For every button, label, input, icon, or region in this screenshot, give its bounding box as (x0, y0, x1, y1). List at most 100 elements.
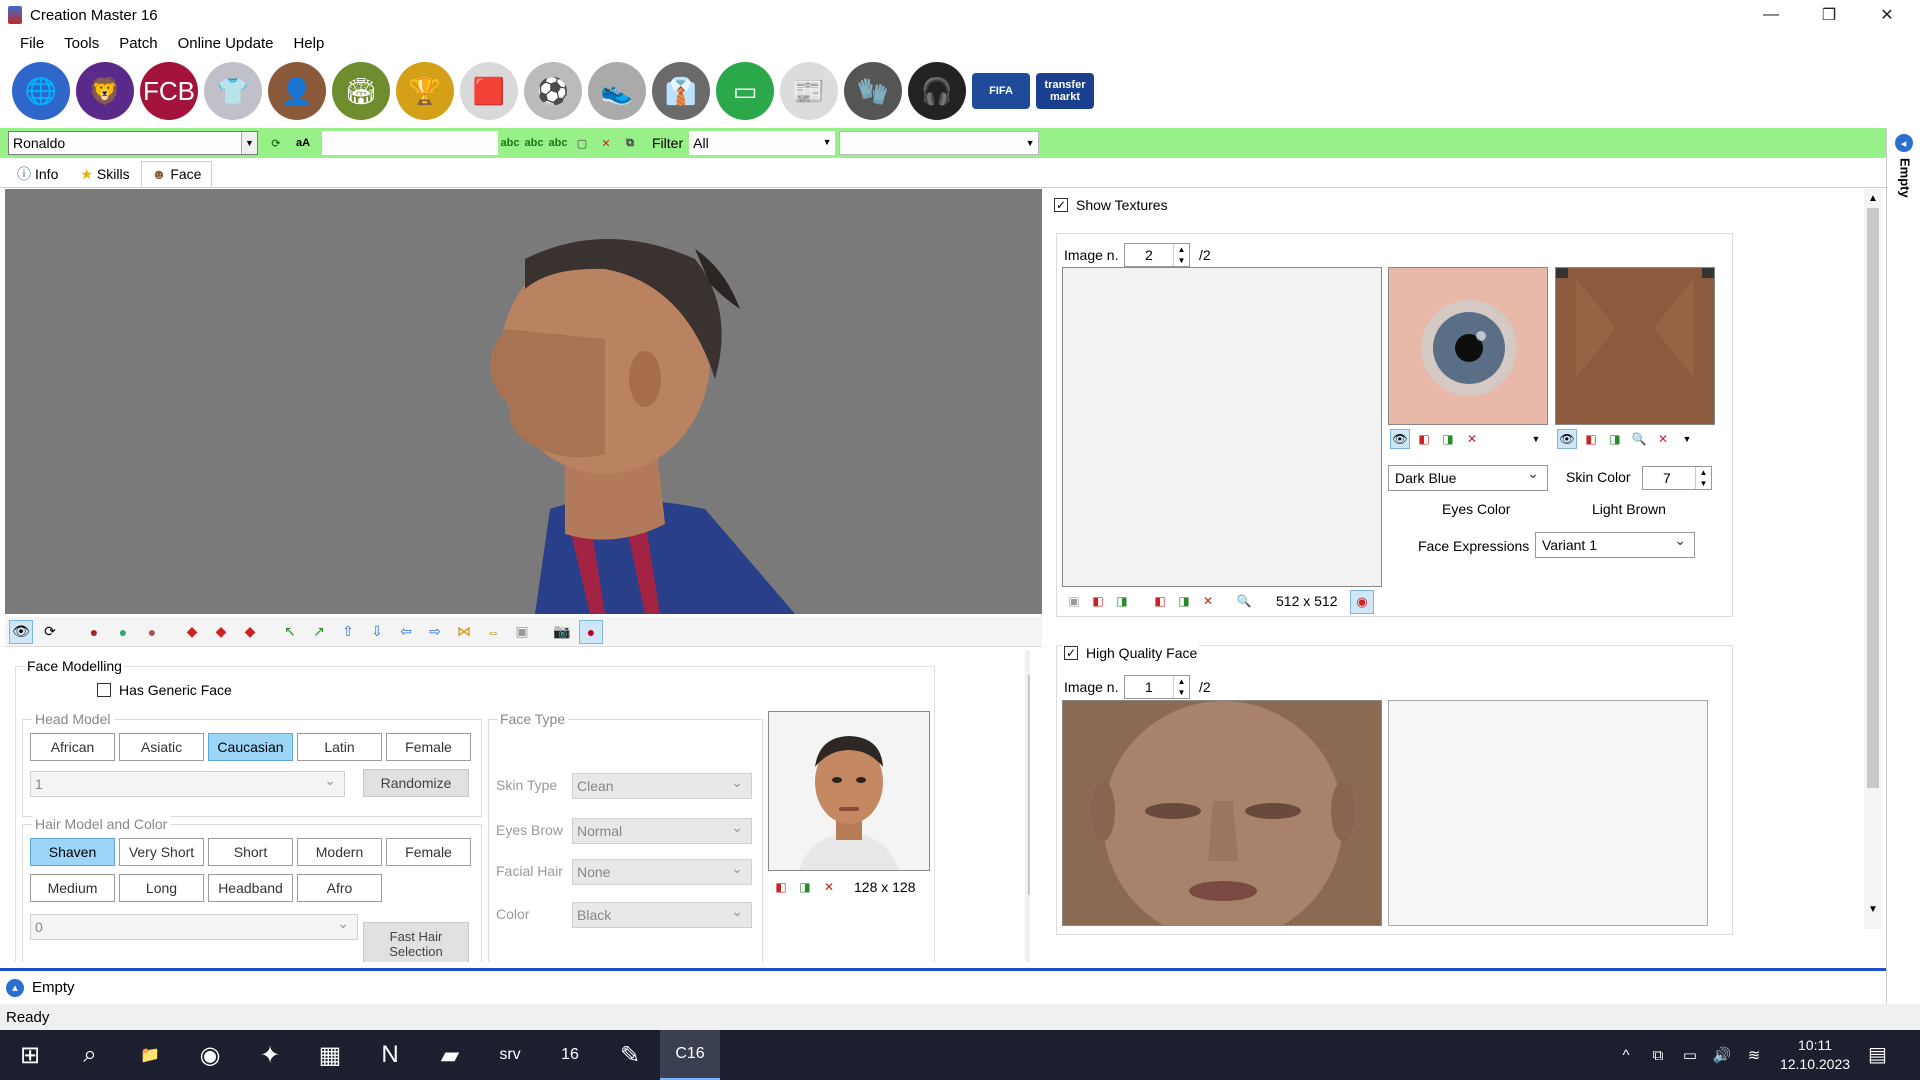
zoom-in-icon[interactable]: ⋈ (452, 620, 476, 644)
export-photo-icon[interactable]: ◨ (795, 877, 815, 897)
search-icon[interactable]: ⌕ (60, 1030, 120, 1080)
head-side-icon[interactable]: ● (111, 620, 135, 644)
battery-icon[interactable]: ▭ (1676, 1046, 1704, 1064)
color-combo[interactable]: Black (572, 902, 752, 928)
facial-hair-combo[interactable]: None (572, 859, 752, 885)
headphones-icon[interactable]: 🎧 (908, 62, 966, 120)
delete-texture-icon[interactable]: ✕ (1198, 591, 1218, 611)
eye-icon[interactable]: 👁 (1390, 429, 1410, 449)
arrow-right-icon[interactable]: ⇨ (423, 620, 447, 644)
rotate-right-icon[interactable]: ◆ (238, 620, 262, 644)
import-all-icon[interactable]: ◧ (1150, 591, 1170, 611)
chevron-down-icon[interactable]: ▼ (241, 132, 257, 154)
head-back-icon[interactable]: ● (140, 620, 164, 644)
head-number-combo[interactable]: 1 (30, 771, 345, 797)
head-asiatic-button[interactable]: Asiatic (119, 733, 204, 761)
chevron-down-icon[interactable]: ▼ (1022, 132, 1039, 154)
hair-shaven-button[interactable]: Shaven (30, 838, 115, 866)
head-front-icon[interactable]: ● (82, 620, 106, 644)
hair-number-combo[interactable]: 0 (30, 914, 358, 940)
boots-icon[interactable]: 👟 (588, 62, 646, 120)
fifa16-icon[interactable]: 16 (540, 1030, 600, 1080)
import-texture-icon[interactable]: ◧ (1088, 591, 1108, 611)
case-toggle-button[interactable]: aA (288, 132, 318, 154)
spellcheck-icon[interactable]: abc (498, 132, 522, 154)
hair-long-button[interactable]: Long (119, 874, 204, 902)
delete-skin-texture-icon[interactable]: ✕ (1653, 429, 1673, 449)
delete-icon[interactable]: ✕ (594, 132, 618, 154)
save-icon[interactable]: ▣ (1064, 591, 1084, 611)
dock-toggle-icon[interactable]: ▴ (6, 978, 24, 997)
head-caucasian-button[interactable]: Caucasian (208, 733, 293, 761)
show-textures-checkbox[interactable]: ✓ (1054, 198, 1068, 212)
spellcheck-prev-icon[interactable]: abc (546, 132, 570, 154)
face-panel-scrollbar[interactable]: ▲ ▼ (1025, 650, 1030, 962)
arrow-up-right-icon[interactable]: ↗ (307, 620, 331, 644)
face-3d-viewport[interactable] (5, 189, 1042, 614)
eye-icon[interactable]: 👁 (9, 619, 33, 644)
head-latin-button[interactable]: Latin (297, 733, 382, 761)
premier-league-icon[interactable]: 🦁 (76, 62, 134, 120)
creation-master-icon[interactable]: C16 (660, 1030, 720, 1080)
delete-eye-texture-icon[interactable]: ✕ (1462, 429, 1482, 449)
close-button[interactable]: ✕ (1858, 0, 1916, 30)
export-eye-texture-icon[interactable]: ◨ (1438, 429, 1458, 449)
menu-patch[interactable]: Patch (109, 35, 167, 52)
wifi-icon[interactable]: ≋ (1740, 1046, 1768, 1064)
hair-female-button[interactable]: Female (386, 838, 471, 866)
ball-icon[interactable]: ⚽ (524, 62, 582, 120)
eyes-brow-combo[interactable]: Normal (572, 818, 752, 844)
arrow-down-icon[interactable]: ⇩ (365, 620, 389, 644)
skin-type-combo[interactable]: Clean (572, 773, 752, 799)
spin-down-icon[interactable]: ▼ (1173, 687, 1189, 698)
new-document-icon[interactable]: ▢ (570, 132, 594, 154)
manager-icon[interactable]: 👔 (652, 62, 710, 120)
spin-up-icon[interactable]: ▲ (1173, 244, 1189, 255)
spin-up-icon[interactable]: ▲ (1173, 676, 1189, 687)
chevron-down-icon[interactable]: ▼ (819, 131, 836, 153)
save-icon[interactable]: ▣ (510, 620, 534, 644)
menu-tools[interactable]: Tools (54, 35, 109, 52)
spin-down-icon[interactable]: ▼ (1173, 255, 1189, 266)
minimize-button[interactable]: — (1742, 0, 1800, 30)
menu-online-update[interactable]: Online Update (168, 35, 284, 52)
network-device-icon[interactable]: ⧉ (1644, 1047, 1672, 1064)
rotate-center-icon[interactable]: ◆ (209, 620, 233, 644)
refresh-icon[interactable]: ⟳ (264, 132, 288, 154)
notifications-icon[interactable]: ▤ (1868, 1042, 1887, 1067)
player-combo[interactable]: Ronaldo ▼ (8, 131, 258, 155)
import-eye-texture-icon[interactable]: ◧ (1414, 429, 1434, 449)
randomize-button[interactable]: Randomize (363, 769, 469, 797)
fc-barcelona-icon[interactable]: FCB (140, 62, 198, 120)
arrow-left-icon[interactable]: ⇦ (394, 620, 418, 644)
high-quality-face-checkbox[interactable]: ✓ (1064, 646, 1078, 660)
export-all-icon[interactable]: ◨ (1174, 591, 1194, 611)
kit-shirt-icon[interactable]: 👕 (204, 62, 262, 120)
hair-medium-button[interactable]: Medium (30, 874, 115, 902)
chevron-down-icon[interactable]: ▼ (1677, 429, 1697, 449)
hair-headband-button[interactable]: Headband (208, 874, 293, 902)
arrow-up-left-icon[interactable]: ↖ (278, 620, 302, 644)
menu-help[interactable]: Help (283, 35, 334, 52)
hair-short-button[interactable]: Short (208, 838, 293, 866)
eye-icon[interactable]: 👁 (1557, 429, 1577, 449)
tab-skills[interactable]: ★ Skills (69, 161, 140, 187)
hair-very-short-button[interactable]: Very Short (119, 838, 204, 866)
arrow-up-icon[interactable]: ⇧ (336, 620, 360, 644)
tab-face[interactable]: ☻ Face (140, 161, 213, 187)
zoom-icon[interactable]: 🔍 (1629, 429, 1649, 449)
skin-color-spinner[interactable]: 7 ▲ ▼ (1642, 466, 1712, 490)
hair-afro-button[interactable]: Afro (297, 874, 382, 902)
has-generic-face-row[interactable]: Has Generic Face (97, 682, 232, 698)
store-icon[interactable]: ▦ (300, 1030, 360, 1080)
player-icon[interactable]: 👤 (268, 62, 326, 120)
file-explorer-icon[interactable]: 📁 (120, 1030, 180, 1080)
export-texture-icon[interactable]: ◨ (1112, 591, 1132, 611)
stadium-icon[interactable]: 🏟 (332, 62, 390, 120)
import-skin-texture-icon[interactable]: ◧ (1581, 429, 1601, 449)
has-generic-face-checkbox[interactable] (97, 683, 111, 697)
fox-app-icon[interactable]: ✦ (240, 1030, 300, 1080)
color-wheel-icon[interactable]: ◉ (1350, 590, 1374, 614)
head-preview-icon[interactable]: ● (579, 619, 603, 644)
chrome-icon[interactable]: ◉ (180, 1030, 240, 1080)
